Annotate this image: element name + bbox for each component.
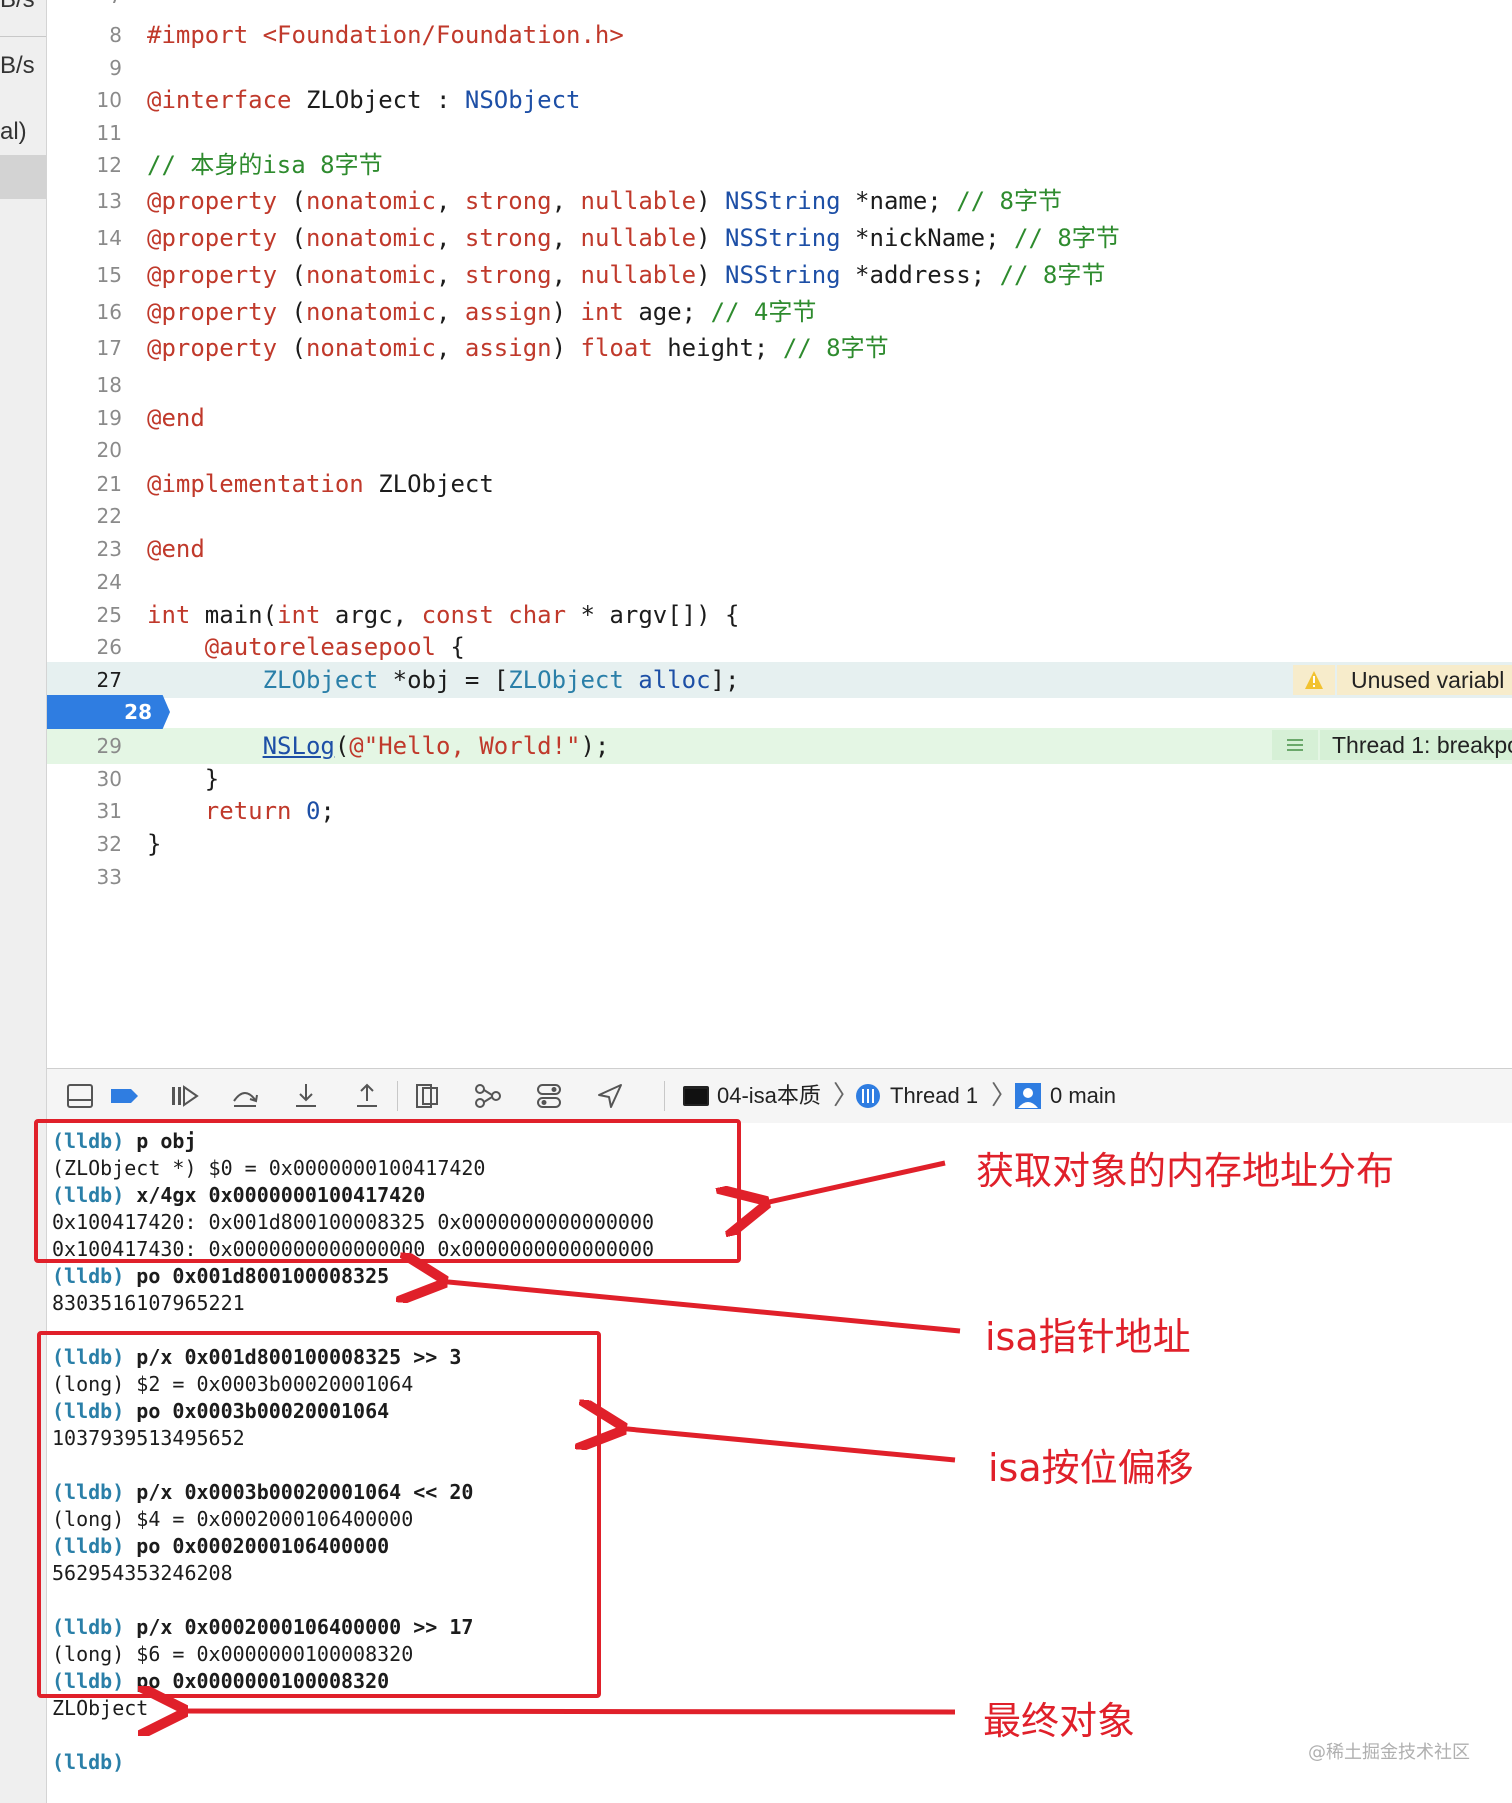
note-memory-layout: 获取对象的内存地址分布 [976,1149,1395,1193]
note-isa-shift: isa按位偏移 [988,1446,1194,1490]
arrow-to-isa [438,1281,961,1334]
note-final-object: 最终对象 [983,1699,1136,1743]
arrow-to-final [178,1711,956,1712]
note-isa-address: isa指针地址 [985,1315,1191,1359]
arrow-to-memory [760,1160,946,1204]
watermark: @稀土掘金技术社区 [1308,1742,1470,1763]
annotation-arrows [0,1160,961,1803]
arrow-to-shift [617,1428,956,1463]
